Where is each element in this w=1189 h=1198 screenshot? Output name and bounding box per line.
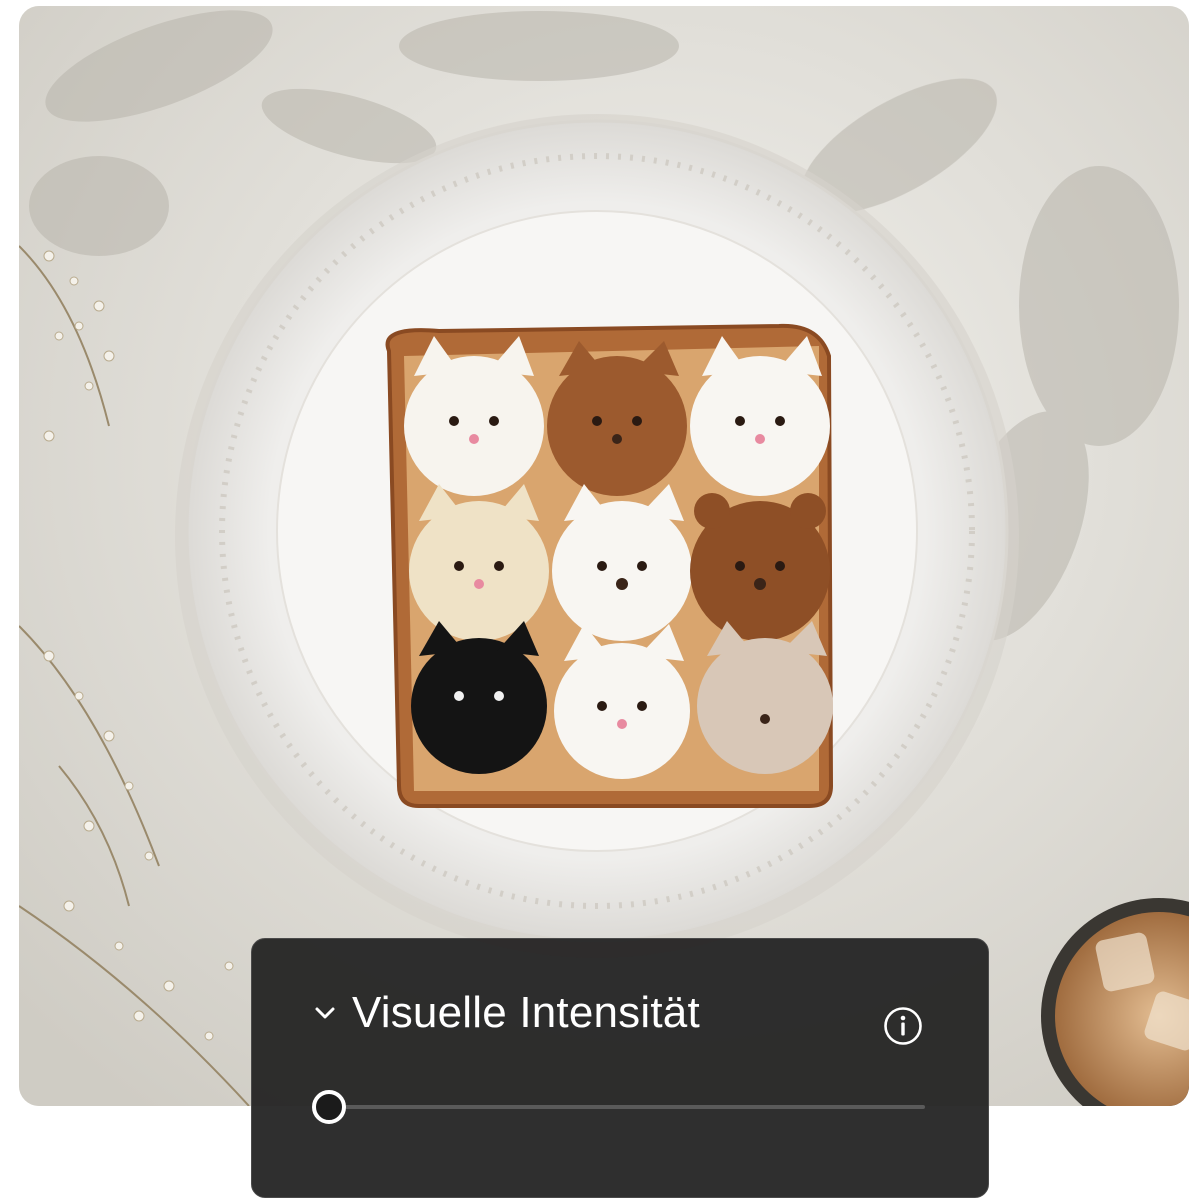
slider-thumb[interactable]: [312, 1090, 346, 1124]
chevron-down-icon[interactable]: [314, 1002, 336, 1024]
slider-track[interactable]: [329, 1105, 925, 1109]
info-icon[interactable]: [883, 1006, 923, 1046]
panel-title: Visuelle Intensität: [352, 988, 700, 1037]
visual-intensity-panel: Visuelle Intensität: [251, 938, 989, 1198]
panel-header[interactable]: Visuelle Intensität: [314, 991, 700, 1035]
intensity-slider[interactable]: [312, 1090, 925, 1124]
